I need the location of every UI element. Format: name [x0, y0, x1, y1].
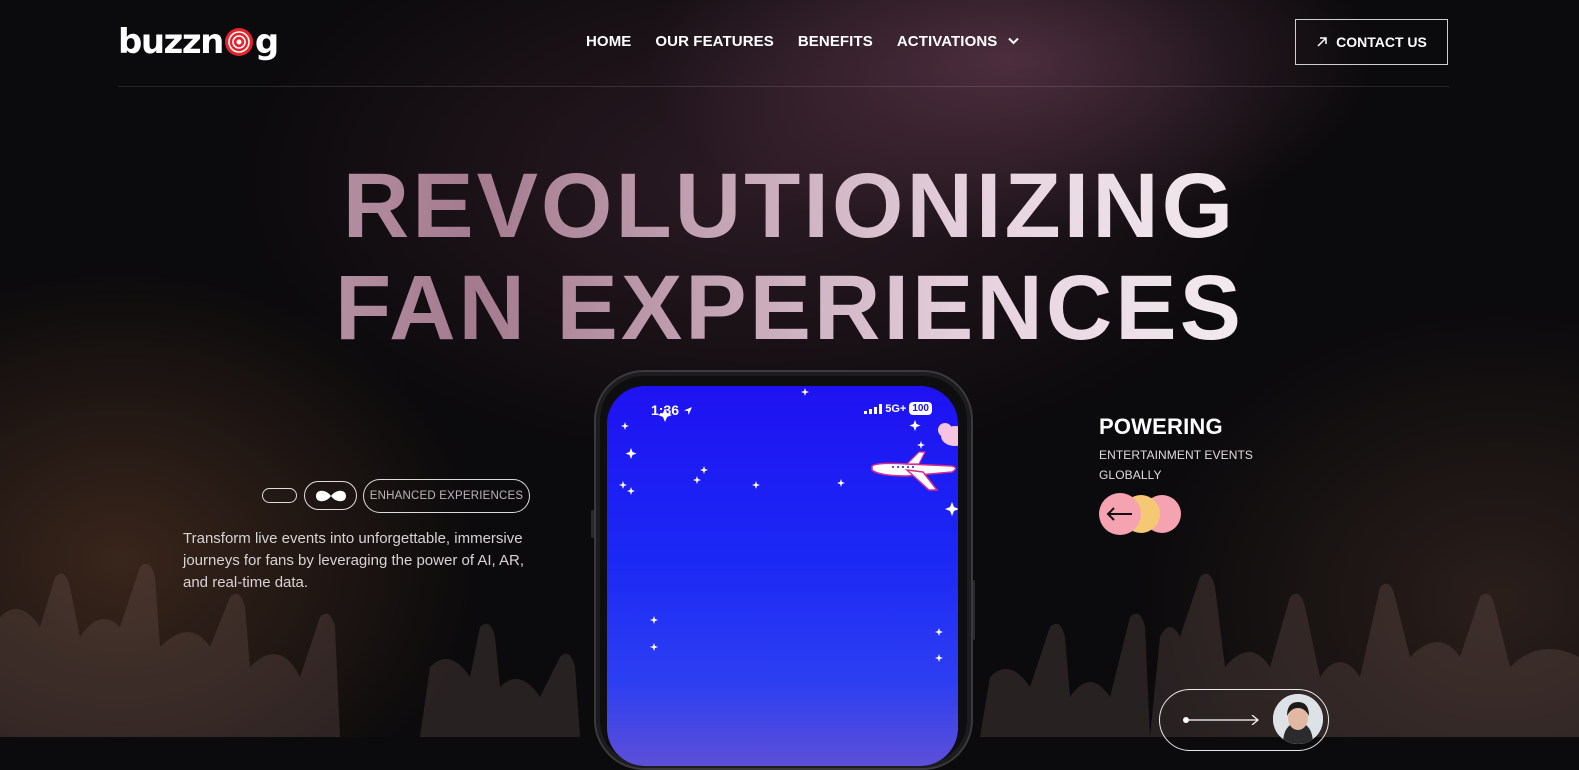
infinity-pill — [304, 481, 357, 510]
phone-screen: 1:36 5G+ 100 — [607, 386, 958, 766]
logo-text-part1: buzzn — [118, 22, 224, 62]
nav-activations-label: ACTIVATIONS — [896, 33, 998, 50]
nav-benefits[interactable]: BENEFITS — [798, 33, 873, 50]
nav-activations[interactable]: ACTIVATIONS — [897, 33, 1019, 50]
arrow-right-icon — [1183, 715, 1259, 725]
brand-logo[interactable]: buzzn g — [118, 22, 279, 62]
nav-home[interactable]: HOME — [586, 33, 631, 50]
arrow-up-right-icon — [1317, 37, 1327, 47]
main-nav: HOME OUR FEATURES BENEFITS ACTIVATIONS — [586, 33, 1019, 50]
small-pill-decoration — [262, 488, 297, 503]
contact-us-label: CONTACT US — [1336, 34, 1427, 50]
hero-headline-line1: REVOLUTIONIZING — [0, 160, 1579, 252]
cloud-decoration — [938, 423, 958, 446]
sparkle-stars-decoration — [619, 388, 958, 662]
nav-our-features[interactable]: OUR FEATURES — [655, 33, 773, 50]
powering-title: POWERING — [1099, 414, 1223, 439]
logo-signal-icon — [224, 28, 253, 56]
airplane-illustration — [871, 451, 957, 491]
enhanced-experiences-tag: ENHANCED EXPERIENCES — [363, 479, 530, 513]
infinity-icon — [315, 490, 346, 501]
hero-headline-line2: FAN EXPERIENCES — [0, 262, 1579, 354]
hero-description: Transform live events into unforgettable… — [183, 530, 525, 591]
logo-text-part2: g — [254, 22, 279, 62]
contact-us-button[interactable]: CONTACT US — [1295, 19, 1448, 65]
powering-subtitle: ENTERTAINMENT EVENTS GLOBALLY — [1099, 448, 1254, 482]
header-divider — [118, 86, 1449, 87]
chevron-down-icon — [1007, 37, 1019, 45]
powering-circles[interactable] — [1099, 493, 1185, 535]
